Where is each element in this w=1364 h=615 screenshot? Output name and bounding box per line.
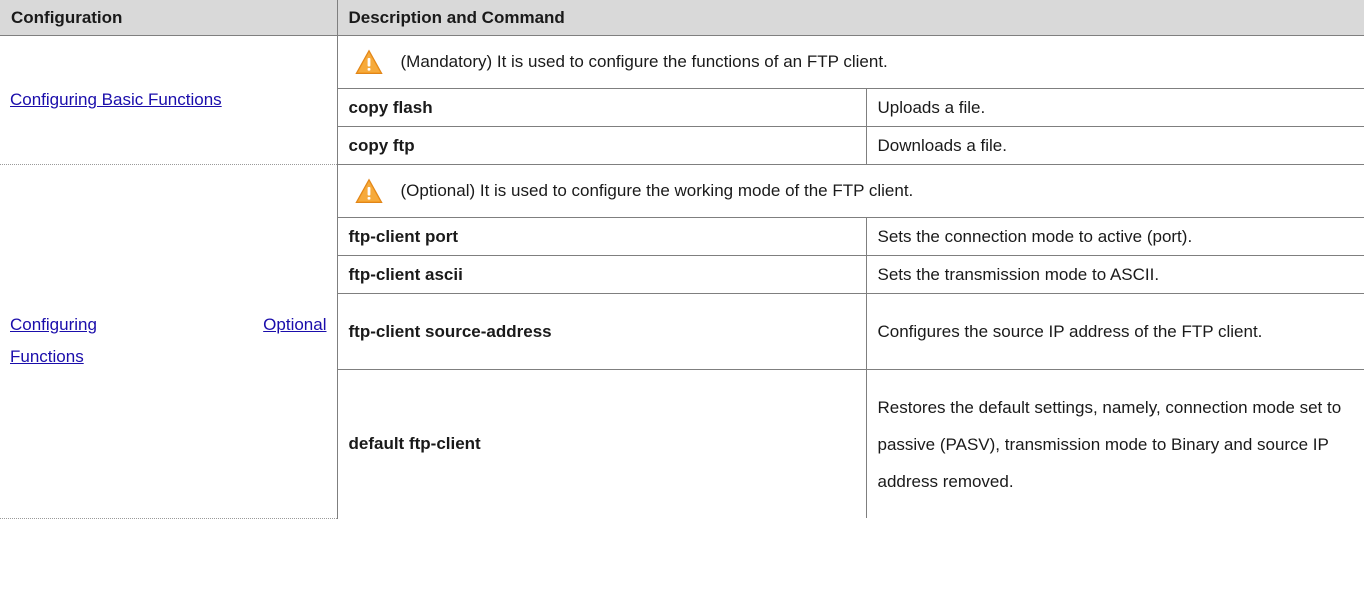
command-cell: copy flash bbox=[337, 88, 867, 127]
link-configuring-optional-functions[interactable]: Configuring Optional Functions bbox=[10, 309, 327, 373]
command-cell: copy ftp bbox=[337, 126, 867, 165]
command-cell: ftp-client source-address bbox=[337, 293, 867, 370]
table-header-row: Configuration Description and Command bbox=[0, 0, 1364, 36]
command-cell: ftp-client port bbox=[337, 217, 867, 256]
notice-cell: (Mandatory) It is used to configure the … bbox=[336, 35, 1364, 89]
command-cell: default ftp-client bbox=[337, 369, 867, 518]
description-cell: Uploads a file. bbox=[865, 88, 1364, 127]
notice-text: (Mandatory) It is used to configure the … bbox=[400, 52, 888, 71]
config-cell-basic: Configuring Basic Functions bbox=[0, 35, 338, 165]
description-cell: Sets the transmission mode to ASCII. bbox=[865, 255, 1364, 294]
notice-text: (Optional) It is used to configure the w… bbox=[400, 181, 914, 200]
description-cell: Downloads a file. bbox=[865, 126, 1364, 165]
configuration-table: Configuration Description and Command Co… bbox=[0, 0, 1364, 519]
header-configuration: Configuration bbox=[0, 0, 338, 36]
notice-cell: (Optional) It is used to configure the w… bbox=[336, 164, 1364, 218]
header-description: Description and Command bbox=[336, 0, 1364, 36]
warning-icon bbox=[354, 49, 383, 74]
description-cell: Sets the connection mode to active (port… bbox=[865, 217, 1364, 256]
description-cell: Restores the default settings, namely, c… bbox=[865, 369, 1364, 518]
notice-row: Configuring Optional Functions (Optional… bbox=[0, 164, 1364, 519]
notice-row: Configuring Basic Functions (Mandatory) … bbox=[0, 35, 1364, 165]
link-configuring-basic-functions[interactable]: Configuring Basic Functions bbox=[10, 90, 222, 109]
command-cell: ftp-client ascii bbox=[337, 255, 867, 294]
config-cell-optional: Configuring Optional Functions bbox=[0, 164, 338, 519]
warning-icon bbox=[354, 178, 383, 203]
link-word: Configuring bbox=[10, 315, 97, 335]
description-cell: Configures the source IP address of the … bbox=[865, 293, 1364, 370]
link-word: Optional bbox=[263, 315, 327, 335]
link-word: Functions bbox=[10, 347, 84, 367]
